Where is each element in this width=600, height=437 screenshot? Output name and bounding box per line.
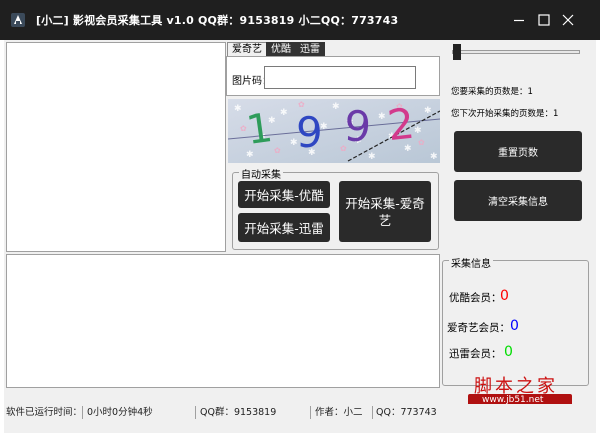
runtime-label: 软件已运行时间：	[6, 407, 83, 418]
browser-panel[interactable]	[6, 42, 226, 252]
collect-info-legend: 采集信息	[449, 255, 493, 270]
xunlei-members-label: 迅雷会员：	[449, 348, 502, 360]
status-separator	[195, 406, 196, 419]
svg-text:✱: ✱	[234, 104, 242, 114]
pages-to-collect-text: 您要采集的页数是：1	[451, 87, 533, 97]
collect-iqiyi-button[interactable]: 开始采集-爱奇艺	[339, 181, 431, 242]
youku-members-label: 优酷会员：	[449, 292, 502, 304]
svg-text:✱: ✱	[332, 102, 340, 112]
xunlei-members-count: 0	[504, 344, 513, 360]
captcha-digit: 9	[296, 108, 323, 157]
status-separator	[372, 406, 373, 419]
title-bar[interactable]: [小二] 影视会员采集工具 v1.0 QQ群：9153819 小二QQ：7737…	[0, 0, 600, 40]
tab-iqiyi[interactable]: 爱奇艺	[227, 42, 267, 57]
svg-text:✱: ✱	[424, 106, 432, 116]
captcha-image[interactable]: ✱✱✱ ✱✱✱ ✱✱✱ ✱✱✱ ✱✱✱ ✱✱✱ ✿✿✿ ✿✿✿ 1 9 9 2	[228, 99, 440, 163]
svg-text:✱: ✱	[280, 108, 288, 118]
runtime-value: 0小时0分钟4秒	[87, 407, 153, 418]
status-qq: QQ：773743	[376, 407, 437, 418]
youku-members-count: 0	[500, 288, 509, 304]
captcha-input[interactable]	[264, 66, 416, 89]
tab-xunlei[interactable]: 迅雷	[295, 42, 325, 57]
svg-text:✱: ✱	[430, 152, 438, 162]
svg-text:✱: ✱	[378, 112, 386, 122]
tab-youku[interactable]: 优酷	[266, 42, 296, 57]
log-panel[interactable]	[6, 254, 440, 388]
svg-text:✿: ✿	[274, 146, 281, 155]
clear-info-button[interactable]: 清空采集信息	[454, 180, 582, 221]
status-author: 作者：小二	[315, 407, 363, 418]
status-separator	[310, 406, 311, 419]
auto-collect-legend: 自动采集	[239, 166, 283, 181]
captcha-digit: 9	[342, 101, 372, 152]
close-button[interactable]	[553, 8, 583, 32]
iqiyi-members-label: 爱奇艺会员：	[447, 322, 510, 334]
page-count-slider-thumb[interactable]	[453, 44, 461, 60]
status-qq-group: QQ群：9153819	[200, 407, 277, 418]
window-title: [小二] 影视会员采集工具 v1.0 QQ群：9153819 小二QQ：7737…	[36, 14, 399, 27]
svg-text:✱: ✱	[368, 152, 376, 162]
page-count-slider-track[interactable]	[452, 50, 580, 54]
status-separator	[82, 406, 83, 419]
svg-text:✿: ✿	[418, 138, 425, 147]
reset-pages-button[interactable]: 重置页数	[454, 131, 582, 172]
site-tabs: 爱奇艺 优酷 迅雷	[227, 42, 325, 57]
app-icon	[10, 12, 26, 28]
collect-xunlei-button[interactable]: 开始采集-迅雷	[238, 213, 330, 242]
collect-youku-button[interactable]: 开始采集-优酷	[238, 181, 330, 208]
iqiyi-members-count: 0	[510, 318, 519, 334]
captcha-digit: 2	[385, 99, 417, 150]
next-start-page-text: 您下次开始采集的页数是：1	[451, 109, 559, 119]
